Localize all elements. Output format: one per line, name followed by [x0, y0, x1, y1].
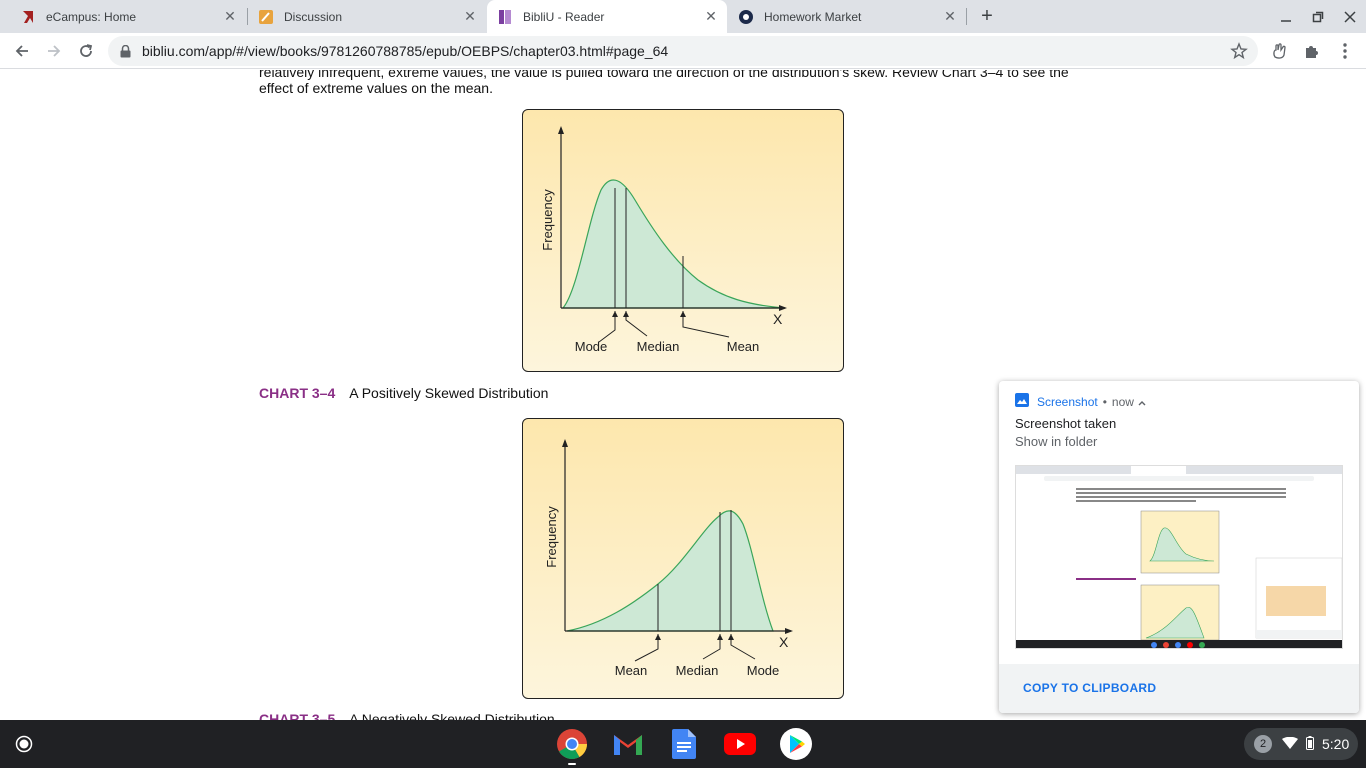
discussion-favicon-icon [258, 9, 274, 25]
body-paragraph: relatively infrequent, extreme values, t… [259, 70, 1109, 96]
close-icon[interactable]: ✕ [703, 8, 719, 25]
notification-count-badge: 2 [1254, 735, 1272, 753]
distribution-curve [561, 179, 786, 309]
browser-toolbar: bibliu.com/app/#/view/books/978126078878… [0, 33, 1366, 69]
caption-number: CHART 3–5 [259, 711, 336, 720]
back-arrow-icon[interactable] [8, 37, 36, 65]
new-tab-plus-icon[interactable]: + [976, 5, 998, 27]
more-menu-icon[interactable] [1335, 41, 1355, 61]
caption-text: A Positively Skewed Distribution [349, 385, 549, 401]
image-icon [1015, 393, 1029, 410]
tab-title: eCampus: Home [46, 9, 137, 24]
chrome-icon[interactable] [556, 728, 588, 765]
url-text: bibliu.com/app/#/view/books/978126078878… [142, 43, 669, 59]
close-icon[interactable]: ✕ [222, 8, 238, 25]
forward-arrow-icon[interactable] [40, 37, 68, 65]
tab-strip: eCampus: Home ✕ Discussion ✕ BibliU - Re… [0, 0, 1366, 33]
caption-text: A Negatively Skewed Distribution [349, 711, 555, 720]
screenshot-notification[interactable]: Screenshot • now Screenshot taken Show i… [999, 381, 1359, 713]
median-label: Median [637, 339, 680, 354]
chevron-up-icon[interactable] [1138, 395, 1146, 409]
notification-actions: COPY TO CLIPBOARD [999, 664, 1359, 713]
tab-title: Homework Market [764, 9, 862, 24]
extension-hand-icon[interactable] [1270, 41, 1290, 61]
median-pointer [625, 311, 648, 337]
docs-icon[interactable] [668, 728, 700, 760]
chart-caption: CHART 3–5 A Negatively Skewed Distributio… [259, 711, 555, 720]
caption-number: CHART 3–4 [259, 385, 336, 401]
y-axis-label: Frequency [544, 506, 559, 568]
x-axis-label: X [773, 311, 783, 327]
notification-title: Screenshot taken [1015, 416, 1117, 431]
show-in-folder-link[interactable]: Show in folder [1015, 434, 1097, 449]
homework-market-favicon-icon [738, 9, 754, 25]
active-indicator [568, 763, 576, 765]
ecampus-favicon-icon [20, 9, 36, 25]
play-store-icon[interactable] [780, 728, 812, 760]
close-icon[interactable]: ✕ [462, 8, 478, 25]
status-tray[interactable]: 2 5:20 [1244, 728, 1358, 760]
address-bar[interactable]: bibliu.com/app/#/view/books/978126078878… [108, 36, 1258, 66]
minimize-icon[interactable] [1270, 0, 1302, 33]
chart-caption: CHART 3–4 A Positively Skewed Distributio… [259, 385, 548, 401]
gmail-icon[interactable] [612, 728, 644, 760]
tab-ecampus[interactable]: eCampus: Home ✕ [0, 0, 246, 33]
extensions-puzzle-icon[interactable] [1302, 41, 1322, 61]
chart-negatively-skewed: Frequency X Mean Median Mode [522, 418, 844, 699]
close-icon[interactable]: ✕ [942, 8, 958, 25]
close-window-icon[interactable] [1334, 0, 1366, 33]
launcher-icon[interactable] [8, 728, 40, 760]
system-shelf: 2 5:20 [0, 720, 1366, 768]
chart-positively-skewed: Frequency X Mode Median Mean [522, 109, 844, 372]
tab-homework-market[interactable]: Homework Market ✕ [728, 0, 966, 33]
tab-divider [966, 8, 967, 25]
paragraph-line: relatively infrequent, extreme values, t… [259, 70, 1069, 80]
lock-icon [120, 44, 134, 58]
mean-pointer [682, 311, 730, 338]
distribution-curve [566, 510, 774, 632]
notification-app-name: Screenshot [1037, 394, 1098, 409]
bibliu-favicon-icon [497, 9, 513, 25]
battery-icon [1306, 735, 1314, 753]
y-axis-label: Frequency [540, 189, 555, 251]
notification-header: Screenshot • now [1015, 393, 1146, 410]
tab-title: Discussion [284, 9, 343, 24]
mode-pointer [598, 311, 616, 343]
median-pointer [702, 634, 721, 660]
tab-bibliu-reader[interactable]: BibliU - Reader ✕ [487, 0, 727, 33]
paragraph-line: effect of extreme values on the mean. [259, 80, 493, 96]
restore-icon[interactable] [1302, 0, 1334, 33]
clock-time: 5:20 [1322, 736, 1350, 752]
dot-separator: • [1102, 394, 1107, 409]
bookmark-star-icon[interactable] [1230, 42, 1248, 65]
mean-label: Mean [727, 339, 760, 354]
mode-label: Mode [575, 339, 608, 354]
notification-time: now [1111, 394, 1134, 409]
mode-label: Mode [747, 663, 780, 678]
wifi-icon [1282, 736, 1298, 752]
mean-pointer [634, 634, 659, 662]
reload-icon[interactable] [72, 37, 100, 65]
copy-to-clipboard-button[interactable]: COPY TO CLIPBOARD [1023, 681, 1156, 695]
x-axis-label: X [779, 634, 789, 650]
tab-title: BibliU - Reader [523, 9, 605, 24]
mode-pointer [730, 634, 756, 660]
screenshot-thumbnail[interactable] [1015, 465, 1343, 649]
youtube-icon[interactable] [724, 728, 756, 760]
tab-discussion[interactable]: Discussion ✕ [248, 0, 486, 33]
median-label: Median [676, 663, 719, 678]
mean-label: Mean [615, 663, 648, 678]
